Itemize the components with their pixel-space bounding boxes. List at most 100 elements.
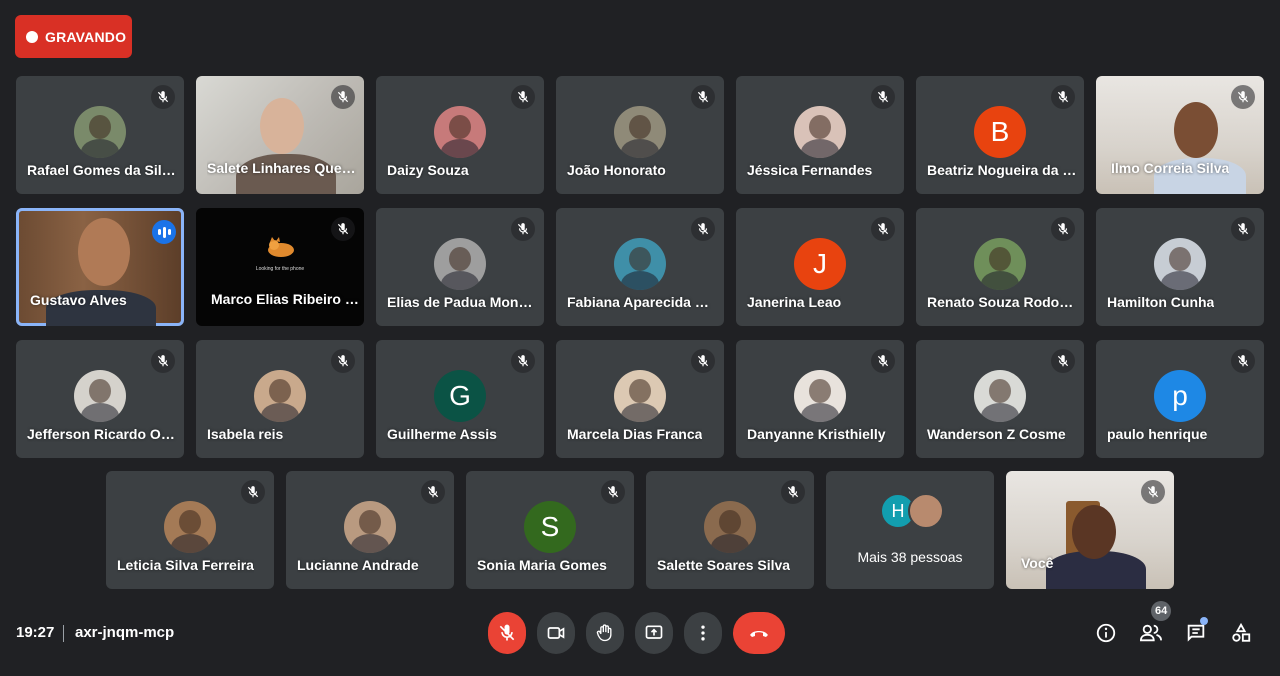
participant-tile[interactable]: Renato Souza Rodoval… (916, 208, 1084, 326)
participant-avatar (164, 501, 216, 553)
participant-tile[interactable]: Leticia Silva Ferreira (106, 471, 274, 589)
mic-off-icon (241, 480, 265, 504)
mic-off-icon (1051, 349, 1075, 373)
info-icon (1096, 623, 1116, 643)
participant-name: Jéssica Fernandes (747, 162, 873, 178)
mic-off-icon (1051, 217, 1075, 241)
participant-video-head (1174, 102, 1218, 158)
participant-avatar-letter: J (794, 238, 846, 290)
participant-video-head (78, 218, 130, 286)
participant-tile[interactable]: Looking for the phone Marco Elias Ribeir… (196, 208, 364, 326)
participant-avatar (614, 106, 666, 158)
mic-off-icon (331, 85, 355, 109)
more-options-icon (701, 625, 705, 641)
participant-name: Janerina Leao (747, 294, 842, 310)
participant-avatar-letter: G (434, 370, 486, 422)
participant-video-head (1072, 505, 1116, 559)
raise-hand-button[interactable] (586, 612, 624, 654)
mic-off-icon (499, 624, 515, 641)
participant-tile[interactable]: Salete Linhares Queir… (196, 76, 364, 194)
participant-tile[interactable]: Lucianne Andrade (286, 471, 454, 589)
participant-name: Salette Soares Silva (657, 557, 791, 573)
mic-off-icon (1141, 480, 1165, 504)
mic-off-icon (511, 85, 535, 109)
activities-icon (1232, 622, 1251, 642)
mic-off-icon (871, 217, 895, 241)
participant-name: Fabiana Aparecida Ma… (567, 294, 717, 310)
people-icon (1139, 624, 1162, 642)
participant-tile[interactable]: Danyanne Kristhielly (736, 340, 904, 458)
participant-tile[interactable]: G Guilherme Assis (376, 340, 544, 458)
people-button[interactable] (1138, 620, 1164, 646)
participant-tile[interactable]: Marcela Dias Franca (556, 340, 724, 458)
more-avatar-photo (908, 493, 944, 529)
mic-off-icon (871, 349, 895, 373)
mic-off-icon (691, 85, 715, 109)
participant-tile-speaking[interactable]: Gustavo Alves (16, 208, 184, 326)
participant-name: Elias de Padua Monteiro (387, 294, 537, 310)
participant-avatar (794, 370, 846, 422)
self-view-tile[interactable]: Você (1006, 471, 1174, 589)
participant-tile[interactable]: J Janerina Leao (736, 208, 904, 326)
more-participants-tile[interactable]: H Mais 38 pessoas (826, 471, 994, 589)
participant-tile[interactable]: Jefferson Ricardo Oliv… (16, 340, 184, 458)
end-call-button[interactable] (733, 612, 785, 654)
cat-emoji-icon (268, 237, 294, 257)
participant-avatar (974, 238, 1026, 290)
participant-tile[interactable]: B Beatriz Nogueira da C… (916, 76, 1084, 194)
divider (63, 625, 64, 642)
participant-tile[interactable]: Daizy Souza (376, 76, 544, 194)
participant-name: Marco Elias Ribeiro Si… (211, 291, 361, 307)
end-call-icon (750, 631, 768, 637)
participant-avatar (794, 106, 846, 158)
participant-name: Hamilton Cunha (1107, 294, 1215, 310)
participant-tile[interactable]: Isabela reis (196, 340, 364, 458)
video-caption: Looking for the phone (255, 266, 305, 272)
participant-name: Isabela reis (207, 426, 284, 442)
participant-name: Salete Linhares Queir… (207, 160, 357, 176)
participant-name: João Honorato (567, 162, 666, 178)
participant-tile[interactable]: João Honorato (556, 76, 724, 194)
camera-toggle-button[interactable] (537, 612, 575, 654)
mic-off-icon (1051, 85, 1075, 109)
participant-avatar (74, 370, 126, 422)
mic-off-icon (781, 480, 805, 504)
participant-name: Gustavo Alves (30, 292, 127, 308)
mic-off-icon (1231, 85, 1255, 109)
participant-name: Lucianne Andrade (297, 557, 419, 573)
participant-name: paulo henrique (1107, 426, 1208, 442)
participant-name: Renato Souza Rodoval… (927, 294, 1077, 310)
participant-avatar (344, 501, 396, 553)
participant-avatar (74, 106, 126, 158)
more-options-button[interactable] (684, 612, 722, 654)
mic-off-icon (511, 349, 535, 373)
participant-tile[interactable]: Elias de Padua Monteiro (376, 208, 544, 326)
mic-off-icon (1231, 349, 1255, 373)
activities-button[interactable] (1228, 620, 1254, 646)
raise-hand-icon (596, 624, 612, 642)
participant-name: Jefferson Ricardo Oliv… (27, 426, 177, 442)
participant-tile[interactable]: Ilmo Correia Silva (1096, 76, 1264, 194)
recording-badge: GRAVANDO (15, 15, 132, 58)
meeting-info-button[interactable] (1093, 620, 1119, 646)
participant-tile[interactable]: p paulo henrique (1096, 340, 1264, 458)
participant-tile[interactable]: Fabiana Aparecida Ma… (556, 208, 724, 326)
participant-avatar (614, 238, 666, 290)
participant-tile[interactable]: S Sonia Maria Gomes (466, 471, 634, 589)
present-screen-button[interactable] (635, 612, 673, 654)
mic-off-icon (331, 217, 355, 241)
participant-tile[interactable]: Salette Soares Silva (646, 471, 814, 589)
mic-off-icon (511, 217, 535, 241)
present-screen-icon (645, 625, 663, 639)
mic-off-icon (601, 480, 625, 504)
participant-tile[interactable]: Rafael Gomes da Silve… (16, 76, 184, 194)
participant-name: Guilherme Assis (387, 426, 497, 442)
participant-avatar (614, 370, 666, 422)
participant-tile[interactable]: Hamilton Cunha (1096, 208, 1264, 326)
participant-tile[interactable]: Wanderson Z Cosme (916, 340, 1084, 458)
mic-off-icon (421, 480, 445, 504)
participant-tile[interactable]: Jéssica Fernandes (736, 76, 904, 194)
mic-off-icon (871, 85, 895, 109)
participant-avatar (434, 106, 486, 158)
mic-toggle-button[interactable] (488, 612, 526, 654)
